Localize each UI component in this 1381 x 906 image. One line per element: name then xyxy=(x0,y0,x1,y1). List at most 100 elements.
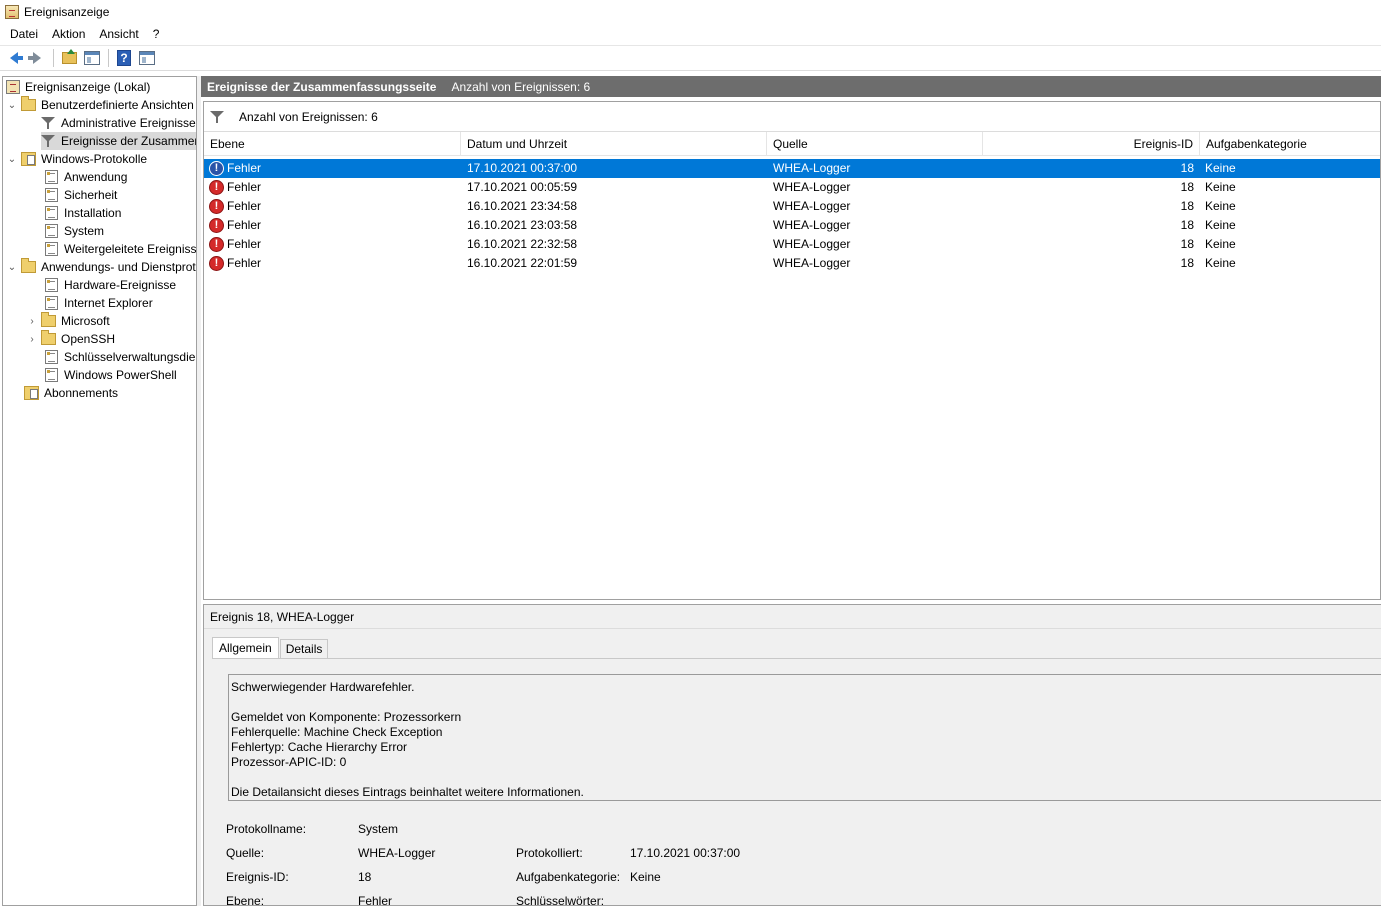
navigation-tree: Ereignisanzeige (Lokal) ⌄ Benutzerdefini… xyxy=(2,76,197,906)
filter-icon xyxy=(41,134,55,148)
error-icon: ! xyxy=(209,237,224,252)
chevron-down-icon[interactable]: ⌄ xyxy=(6,153,18,165)
toolbar-separator xyxy=(108,49,109,67)
filter-icon xyxy=(41,116,55,130)
menu-help[interactable]: ? xyxy=(146,27,167,41)
tree-item-application[interactable]: Anwendung xyxy=(45,168,127,186)
toolbar: ? xyxy=(0,45,1381,71)
event-viewer-icon xyxy=(5,4,19,19)
event-row[interactable]: ! Fehler 17.10.2021 00:05:59 WHEA-Logger… xyxy=(204,178,1380,197)
forward-arrow-icon xyxy=(28,52,41,64)
tree-item-setup[interactable]: Installation xyxy=(45,204,121,222)
tree-item-security[interactable]: Sicherheit xyxy=(45,186,117,204)
menu-aktion[interactable]: Aktion xyxy=(45,27,92,41)
column-header-level[interactable]: Ebene xyxy=(204,132,461,156)
console-tree-icon xyxy=(84,51,100,65)
tree-item-internet-explorer[interactable]: Internet Explorer xyxy=(45,294,153,312)
value-source: WHEA-Logger xyxy=(358,846,436,860)
chevron-down-icon[interactable]: ⌄ xyxy=(6,99,18,111)
event-row[interactable]: ! Fehler 16.10.2021 23:03:58 WHEA-Logger… xyxy=(204,216,1380,235)
show-hide-tree-button[interactable] xyxy=(81,47,103,69)
value-level: Fehler xyxy=(358,894,393,906)
tab-general[interactable]: Allgemein xyxy=(212,637,279,659)
chevron-right-icon[interactable]: › xyxy=(26,333,38,345)
menu-datei[interactable]: Datei xyxy=(3,27,45,41)
event-count: Anzahl von Ereignissen: 6 xyxy=(451,79,591,94)
chevron-down-icon[interactable]: ⌄ xyxy=(6,261,18,273)
event-detail-pane: Ereignis 18, WHEA-Logger Allgemein Detai… xyxy=(203,604,1381,906)
folder-icon xyxy=(21,96,36,111)
tree-item-microsoft[interactable]: › Microsoft xyxy=(26,312,110,330)
event-list: Anzahl von Ereignissen: 6 Ebene Datum un… xyxy=(203,101,1381,600)
tab-content-general: Schwerwiegender Hardwarefehler. Gemeldet… xyxy=(212,658,1381,906)
tree-item-forwarded[interactable]: Weitergeleitete Ereignisse xyxy=(45,240,196,258)
window-title: Ereignisanzeige xyxy=(24,4,110,19)
error-icon: ! xyxy=(209,199,224,214)
tree-item-key-management[interactable]: Schlüsselverwaltungsdienst xyxy=(45,348,196,366)
event-row[interactable]: ! Fehler 16.10.2021 23:34:58 WHEA-Logger… xyxy=(204,197,1380,216)
value-task-category: Keine xyxy=(630,870,661,884)
menu-ansicht[interactable]: Ansicht xyxy=(92,27,145,41)
log-icon xyxy=(45,170,58,184)
label-task-category: Aufgabenkategorie: xyxy=(516,870,621,884)
folder-icon xyxy=(21,258,36,273)
error-icon: ! xyxy=(209,180,224,195)
tab-details[interactable]: Details xyxy=(279,639,329,659)
log-icon xyxy=(45,206,58,220)
folder-log-icon xyxy=(21,152,36,166)
chevron-right-icon[interactable]: › xyxy=(26,315,38,327)
event-row[interactable]: ! Fehler 17.10.2021 00:37:00 WHEA-Logger… xyxy=(204,159,1380,178)
up-level-button[interactable] xyxy=(58,47,80,69)
tree-item-admin-events[interactable]: Administrative Ereignisse xyxy=(41,114,196,132)
tree-item-hardware[interactable]: Hardware-Ereignisse xyxy=(45,276,176,294)
subscriptions-icon xyxy=(24,386,39,400)
back-button[interactable] xyxy=(3,47,25,69)
label-source: Quelle: xyxy=(226,846,265,860)
event-description[interactable]: Schwerwiegender Hardwarefehler. Gemeldet… xyxy=(228,674,1381,801)
tree-item-subscriptions[interactable]: Abonnements xyxy=(24,384,118,402)
column-header-datetime[interactable]: Datum und Uhrzeit xyxy=(461,132,767,156)
label-level: Ebene: xyxy=(226,894,265,906)
help-icon: ? xyxy=(117,50,131,66)
back-arrow-icon xyxy=(10,52,23,64)
help-button[interactable]: ? xyxy=(113,47,135,69)
column-header-task-category[interactable]: Aufgabenkategorie xyxy=(1200,132,1380,156)
column-header-event-id[interactable]: Ereignis-ID xyxy=(983,132,1200,156)
show-hide-action-pane-button[interactable] xyxy=(136,47,158,69)
error-icon: ! xyxy=(209,161,224,176)
forward-button[interactable] xyxy=(26,47,48,69)
column-headers: Ebene Datum und Uhrzeit Quelle Ereignis-… xyxy=(204,132,1380,156)
folder-icon xyxy=(41,312,56,327)
tree-item-system[interactable]: System xyxy=(45,222,104,240)
toolbar-separator xyxy=(53,49,54,67)
column-header-source[interactable]: Quelle xyxy=(767,132,983,156)
tree-item-custom-views[interactable]: ⌄ Benutzerdefinierte Ansichten xyxy=(6,96,194,114)
tree-item-summary-events[interactable]: Ereignisse der Zusammenfassungsseite xyxy=(41,132,196,150)
label-logged: Protokolliert: xyxy=(516,846,583,860)
pane-header: Ereignisse der Zusammenfassungsseite Anz… xyxy=(201,76,1381,97)
label-keywords: Schlüsselwörter: xyxy=(516,894,605,906)
log-icon xyxy=(45,242,58,256)
log-icon xyxy=(45,296,58,310)
tree-item-app-service-logs[interactable]: ⌄ Anwendungs- und Dienstprotokolle xyxy=(6,258,196,276)
tree-item-windows-logs[interactable]: ⌄ Windows-Protokolle xyxy=(6,150,147,168)
error-icon: ! xyxy=(209,218,224,233)
log-icon xyxy=(45,188,58,202)
log-icon xyxy=(45,278,58,292)
log-icon xyxy=(45,224,58,238)
detail-title: Ereignis 18, WHEA-Logger xyxy=(204,605,1381,629)
value-logged: 17.10.2021 00:37:00 xyxy=(630,846,741,860)
event-row[interactable]: ! Fehler 16.10.2021 22:01:59 WHEA-Logger… xyxy=(204,254,1380,273)
filter-icon xyxy=(210,110,224,124)
log-icon xyxy=(45,368,58,382)
pane-splitter[interactable] xyxy=(197,76,201,906)
event-row[interactable]: ! Fehler 16.10.2021 22:32:58 WHEA-Logger… xyxy=(204,235,1380,254)
pane-title: Ereignisse der Zusammenfassungsseite xyxy=(207,79,437,94)
tree-item-openssh[interactable]: › OpenSSH xyxy=(26,330,115,348)
filter-bar: Anzahl von Ereignissen: 6 xyxy=(204,102,1380,132)
tree-item-powershell[interactable]: Windows PowerShell xyxy=(45,366,177,384)
value-event-id: 18 xyxy=(358,870,372,884)
action-pane-icon xyxy=(139,51,155,65)
tree-item-root[interactable]: Ereignisanzeige (Lokal) xyxy=(6,78,150,96)
folder-up-icon xyxy=(61,49,77,64)
